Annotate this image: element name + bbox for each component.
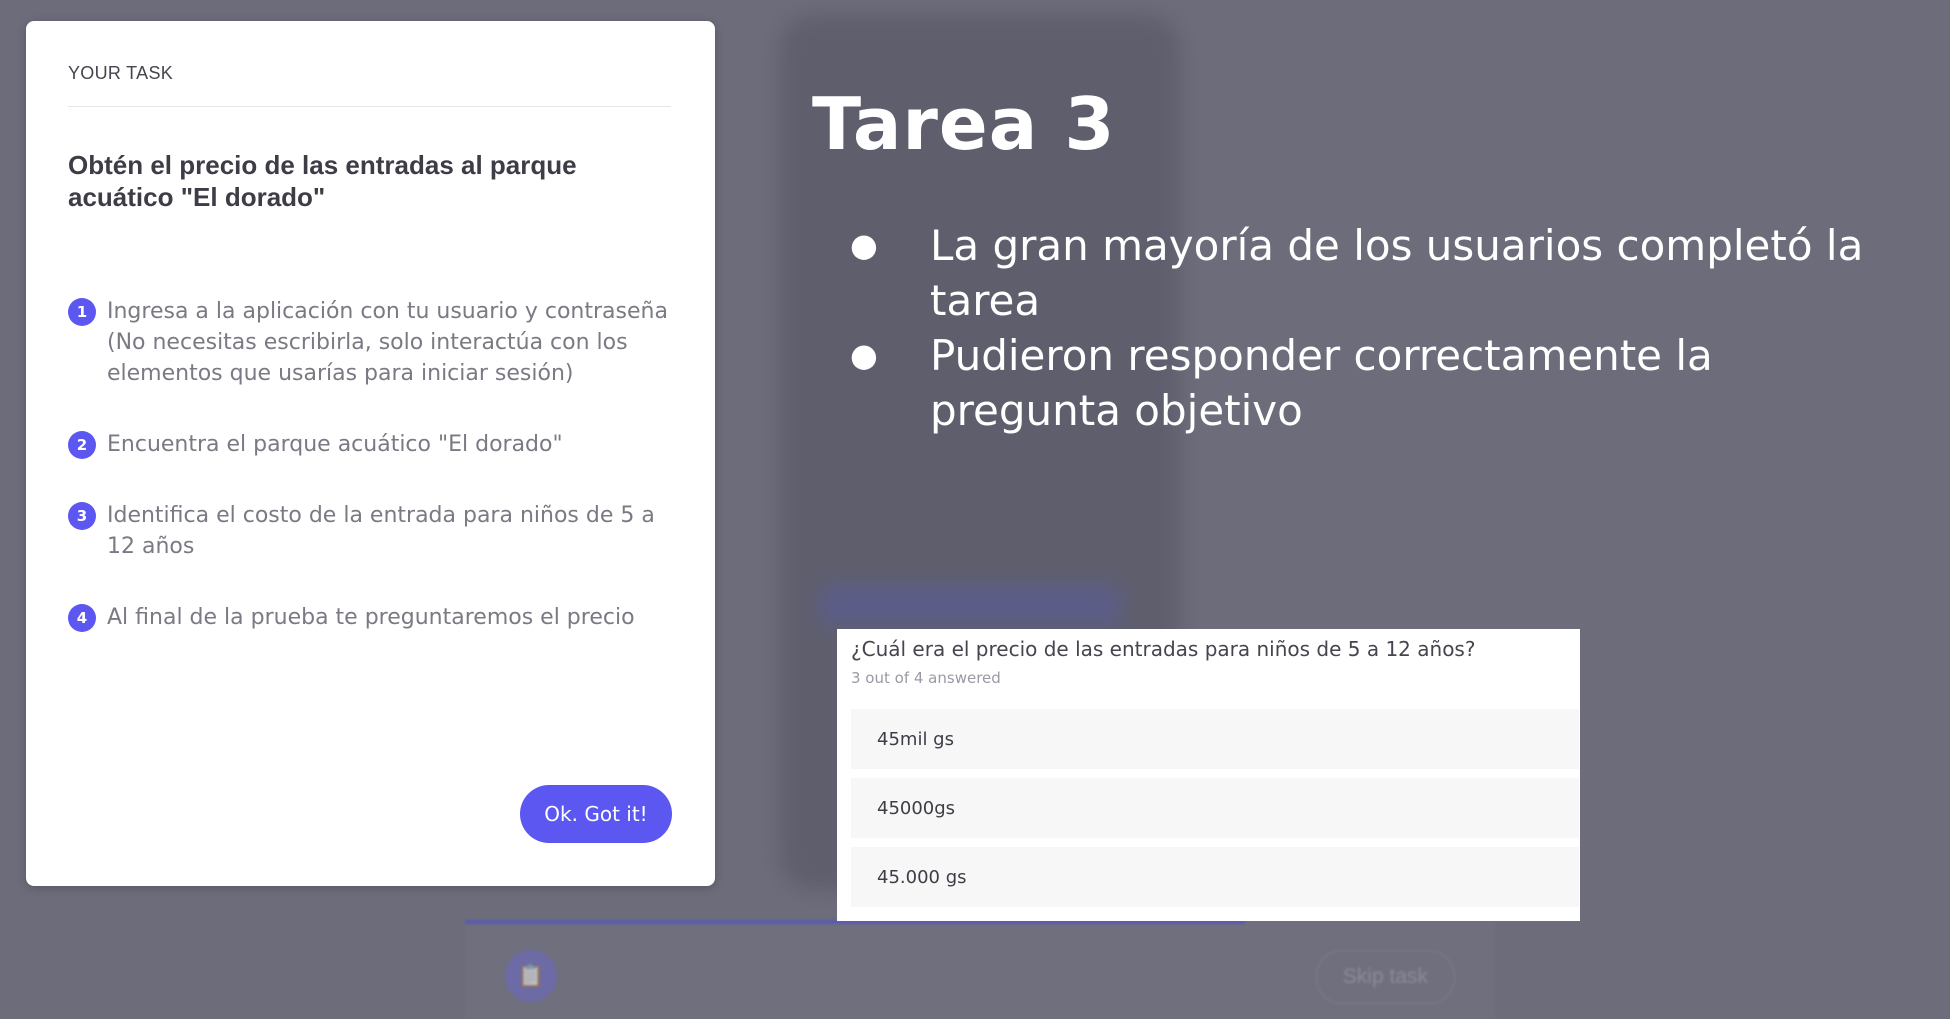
bullet-text: La gran mayoría de los usuarios completó…: [930, 221, 1864, 325]
task-card: YOUR TASK Obtén el precio de las entrada…: [26, 21, 715, 886]
task-step: 3 Identifica el costo de la entrada para…: [68, 500, 678, 562]
task-step: 4 Al final de la prueba te preguntaremos…: [68, 602, 678, 633]
slide-title: Tarea 3: [812, 82, 1116, 166]
task-step: 1 Ingresa a la aplicación con tu usuario…: [68, 296, 678, 389]
slide-bullet: ● Pudieron responder correctamente la pr…: [850, 328, 1910, 438]
step-text: Ingresa a la aplicación con tu usuario y…: [107, 299, 668, 386]
step-number-badge: 2: [68, 431, 96, 459]
bullet-dot-icon: ●: [850, 226, 878, 264]
results-question: ¿Cuál era el precio de las entradas para…: [851, 637, 1476, 661]
task-header: YOUR TASK: [68, 63, 671, 107]
answers-list: 45mil gs 45000gs 45.000 gs: [851, 709, 1579, 916]
slide-bullet-list: ● La gran mayoría de los usuarios comple…: [850, 218, 1910, 438]
bullet-text: Pudieron responder correctamente la preg…: [930, 331, 1713, 435]
results-panel: ¿Cuál era el precio de las entradas para…: [837, 629, 1580, 921]
step-number-badge: 1: [68, 298, 96, 326]
presentation-slide: 📋 Skip task YOUR TASK Obtén el precio de…: [0, 0, 1950, 1019]
slide-bullet: ● La gran mayoría de los usuarios comple…: [850, 218, 1910, 328]
clipboard-icon[interactable]: 📋: [505, 950, 557, 1002]
task-steps-list: 1 Ingresa a la aplicación con tu usuario…: [68, 296, 678, 673]
step-number-badge: 4: [68, 604, 96, 632]
task-step: 2 Encuentra el parque acuático "El dorad…: [68, 429, 678, 460]
step-text: Encuentra el parque acuático "El dorado": [107, 432, 563, 457]
blurred-phone-button: [820, 585, 1120, 625]
step-text: Identifica el costo de la entrada para n…: [107, 503, 655, 559]
answer-item: 45000gs: [851, 778, 1579, 838]
task-toolbar: 📋 Skip task: [465, 920, 1495, 1019]
answer-item: 45mil gs: [851, 709, 1579, 769]
answer-item: 45.000 gs: [851, 847, 1579, 907]
results-answer-count: 3 out of 4 answered: [851, 669, 1001, 687]
step-text: Al final de la prueba te preguntaremos e…: [107, 605, 635, 630]
task-title: Obtén el precio de las entradas al parqu…: [68, 150, 577, 212]
ok-got-it-button[interactable]: Ok. Got it!: [520, 785, 672, 843]
bullet-dot-icon: ●: [850, 336, 878, 374]
step-number-badge: 3: [68, 502, 96, 530]
skip-task-button[interactable]: Skip task: [1315, 950, 1455, 1004]
